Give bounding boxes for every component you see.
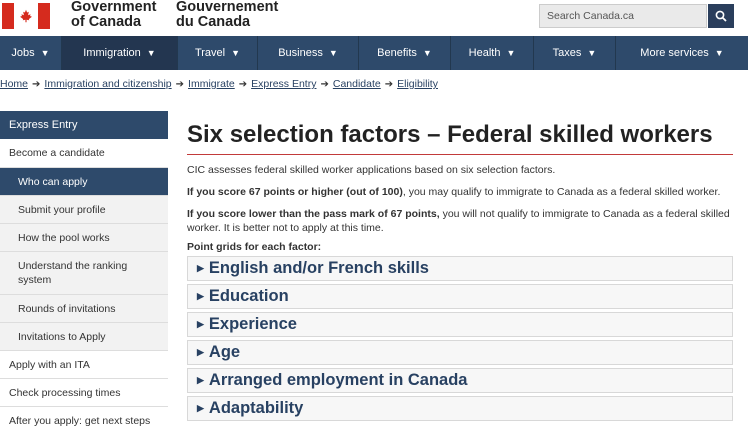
point-grids-label: Point grids for each factor: [187, 241, 322, 253]
nav-label: Taxes [552, 47, 582, 59]
sidebar-item-invitations-to-apply[interactable]: Invitations to Apply [0, 323, 168, 351]
nav-label: Jobs [11, 47, 35, 59]
arrow-right-icon: ➔ [320, 78, 329, 90]
gov-fr-line1: Gouvernement [176, 0, 279, 15]
nav-benefits[interactable]: Benefits ▼ [359, 36, 451, 70]
factor-label: Experience [208, 315, 297, 333]
search-input[interactable]: Search Canada.ca [539, 4, 707, 28]
arrow-right-icon: ➔ [32, 78, 41, 90]
page-title: Six selection factors – Federal skilled … [187, 121, 713, 148]
nav-more-services[interactable]: More services ▼ [616, 36, 748, 70]
factor-label: Arranged employment in Canada [208, 371, 468, 389]
gouvernement-du-canada-wordmark[interactable]: Gouvernement du Canada [176, 0, 278, 30]
arrow-right-icon: ➔ [238, 78, 248, 90]
main-content: Six selection factors – Federal skilled … [187, 120, 733, 421]
pass-paragraph: If you score 67 points or higher (out of… [187, 185, 733, 199]
breadcrumb-home[interactable]: Home [0, 78, 28, 90]
government-of-canada-wordmark[interactable]: Government of Canada [71, 0, 156, 30]
fail-paragraph: If you score lower than the pass mark of… [187, 207, 733, 235]
chevron-down-icon: ▼ [146, 48, 156, 58]
factor-adaptability[interactable]: ▶ Adaptability [187, 396, 733, 421]
nav-taxes[interactable]: Taxes ▼ [534, 36, 616, 70]
chevron-down-icon: ▼ [328, 48, 338, 58]
sidebar-item-rounds-of-invitations[interactable]: Rounds of invitations [0, 295, 168, 323]
nav-label: Business [278, 47, 323, 59]
breadcrumb: Home ➔ Immigration and citizenship ➔ Imm… [0, 76, 438, 92]
gov-en-line2: of Canada [71, 14, 142, 30]
sidebar-item-apply-with-an-ita[interactable]: Apply with an ITA [0, 351, 168, 379]
title-underline [187, 154, 733, 155]
sidebar-heading[interactable]: Express Entry [0, 111, 168, 139]
factor-label: Adaptability [208, 399, 304, 417]
search-icon [715, 10, 727, 22]
breadcrumb-immigrate[interactable]: Immigrate [188, 78, 235, 90]
nav-health[interactable]: Health ▼ [451, 36, 534, 70]
nav-label: Health [468, 47, 501, 59]
factor-label: Age [208, 343, 241, 361]
breadcrumb-eligibility[interactable]: Eligibility [397, 78, 438, 90]
nav-jobs[interactable]: Jobs ▼ [0, 36, 62, 70]
sidebar-item-understand-the-ranking-system[interactable]: Understand the ranking system [0, 252, 168, 295]
nav-label: More services [640, 47, 709, 59]
breadcrumb-candidate[interactable]: Candidate [333, 78, 381, 90]
triangle-right-icon: ▶ [197, 403, 204, 413]
nav-travel[interactable]: Travel ▼ [178, 36, 258, 70]
factor-age[interactable]: ▶ Age [187, 340, 733, 365]
main-nav: Jobs ▼ Immigration ▼ Travel ▼ Business ▼ Ben… [0, 36, 748, 70]
factor-experience[interactable]: ▶ Experience [187, 312, 733, 337]
chevron-down-icon: ▼ [506, 48, 516, 58]
chevron-down-icon: ▼ [587, 48, 597, 58]
nav-immigration[interactable]: Immigration ▼ [62, 36, 178, 70]
nav-label: Immigration [83, 47, 141, 59]
canada-flag-icon[interactable] [2, 3, 50, 29]
pass-rest: , you may qualify to immigrate to Canada… [402, 186, 721, 198]
factor-education[interactable]: ▶ Education [187, 284, 733, 309]
sidebar-item-after-you-apply[interactable]: After you apply: get next steps [0, 407, 168, 432]
factor-arranged-employment[interactable]: ▶ Arranged employment in Canada [187, 368, 733, 393]
sidebar-nav: Express Entry Become a candidate Who can… [0, 111, 168, 432]
nav-label: Travel [194, 47, 226, 59]
triangle-right-icon: ▶ [197, 319, 204, 329]
site-header: Government of Canada Gouvernement du Can… [0, 0, 748, 36]
triangle-right-icon: ▶ [197, 347, 204, 357]
gov-fr-line2: du Canada [176, 14, 251, 30]
chevron-down-icon: ▼ [714, 48, 724, 58]
chevron-down-icon: ▼ [231, 48, 241, 58]
factor-label: English and/or French skills [208, 259, 429, 277]
triangle-right-icon: ▶ [197, 263, 204, 273]
fail-bold: If you score lower than the pass mark of… [187, 208, 440, 220]
gov-en-line1: Government [71, 0, 157, 15]
sidebar-item-become-a-candidate[interactable]: Become a candidate [0, 139, 168, 168]
intro-paragraph: CIC assesses federal skilled worker appl… [187, 164, 556, 176]
factor-label: Education [208, 287, 289, 305]
arrow-right-icon: ➔ [384, 78, 394, 90]
triangle-right-icon: ▶ [197, 291, 204, 301]
breadcrumb-express-entry[interactable]: Express Entry [251, 78, 316, 90]
arrow-right-icon: ➔ [175, 78, 185, 90]
nav-label: Benefits [377, 47, 417, 59]
search-button[interactable] [708, 4, 734, 28]
sidebar-item-check-processing-times[interactable]: Check processing times [0, 379, 168, 407]
pass-bold: If you score 67 points or higher (out of… [187, 186, 403, 198]
sidebar-item-how-the-pool-works[interactable]: How the pool works [0, 224, 168, 252]
sidebar-item-who-can-apply[interactable]: Who can apply [0, 168, 168, 196]
chevron-down-icon: ▼ [422, 48, 432, 58]
factor-english-french-skills[interactable]: ▶ English and/or French skills [187, 256, 733, 281]
sidebar-item-submit-your-profile[interactable]: Submit your profile [0, 196, 168, 224]
chevron-down-icon: ▼ [40, 48, 50, 58]
breadcrumb-immigration-and-citizenship[interactable]: Immigration and citizenship [44, 78, 171, 90]
nav-business[interactable]: Business ▼ [258, 36, 359, 70]
triangle-right-icon: ▶ [197, 375, 204, 385]
